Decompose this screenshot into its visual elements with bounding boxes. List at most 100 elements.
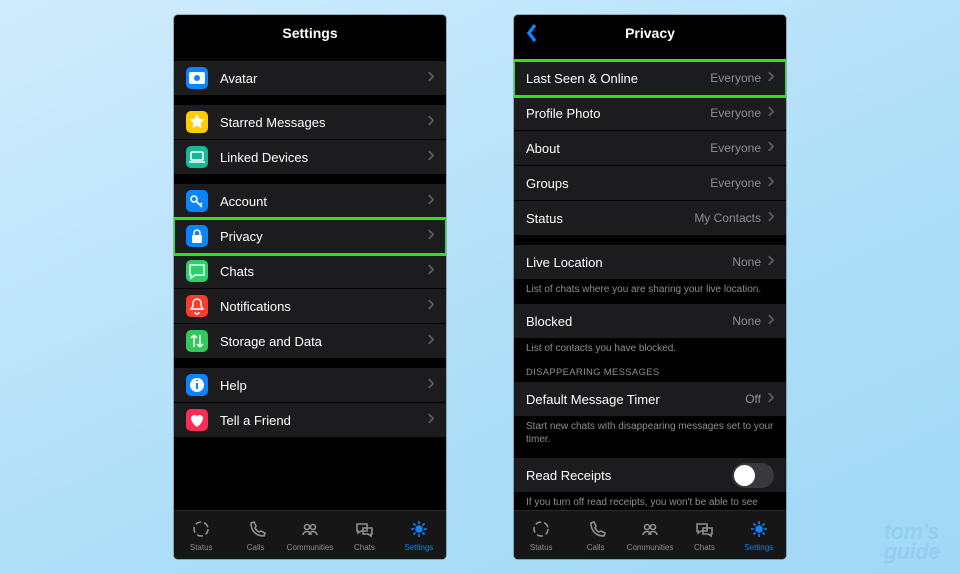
tab-calls[interactable]: Calls <box>228 511 282 559</box>
settings-row-account[interactable]: Account <box>174 184 446 219</box>
star-icon <box>186 111 208 133</box>
tab-calls[interactable]: Calls <box>568 511 622 559</box>
row-value: Off <box>745 392 761 406</box>
settings-row-privacy[interactable]: Privacy <box>174 219 446 254</box>
settings-row-help[interactable]: Help <box>174 368 446 403</box>
avatar-icon <box>186 67 208 89</box>
row-label: Live Location <box>526 255 732 270</box>
page-title: Settings <box>282 25 337 41</box>
privacy-screen: Privacy Last Seen & OnlineEveryoneProfil… <box>514 15 786 559</box>
header: Privacy <box>514 15 786 51</box>
settings-row-notifications[interactable]: Notifications <box>174 289 446 324</box>
settings-list[interactable]: Avatar Starred Messages Linked Devices Acco… <box>174 51 446 510</box>
settings-row-tell-a-friend[interactable]: Tell a Friend <box>174 403 446 437</box>
settings-row-starred-messages[interactable]: Starred Messages <box>174 105 446 140</box>
info-icon <box>186 374 208 396</box>
tab-label: Status <box>190 543 213 552</box>
row-label: Starred Messages <box>220 115 427 130</box>
tab-status[interactable]: Status <box>174 511 228 559</box>
tab-label: Settings <box>404 543 433 552</box>
phone-icon <box>586 519 606 541</box>
settings-row-chats[interactable]: Chats <box>174 254 446 289</box>
row-value: None <box>732 314 761 328</box>
row-label: Avatar <box>220 71 427 86</box>
phone-icon <box>246 519 266 541</box>
row-label: Groups <box>526 176 710 191</box>
tab-settings[interactable]: Settings <box>732 511 786 559</box>
row-label: Notifications <box>220 299 427 314</box>
bubble-icon <box>186 260 208 282</box>
heart-icon <box>186 409 208 431</box>
tab-communities[interactable]: Communities <box>283 511 337 559</box>
settings-row-avatar[interactable]: Avatar <box>174 61 446 95</box>
tab-label: Status <box>530 543 553 552</box>
privacy-row-groups[interactable]: GroupsEveryone <box>514 166 786 201</box>
ring-icon <box>531 519 551 541</box>
gear-icon <box>409 519 429 541</box>
row-label: Read Receipts <box>526 468 732 483</box>
row-label: Storage and Data <box>220 334 427 349</box>
header: Settings <box>174 15 446 51</box>
bubbles-icon <box>694 519 714 541</box>
tab-bar: Status Calls Communities Chats Settings <box>174 510 446 559</box>
row-value: My Contacts <box>694 211 761 225</box>
row-label: Status <box>526 211 694 226</box>
settings-row-linked-devices[interactable]: Linked Devices <box>174 140 446 174</box>
tab-label: Chats <box>694 543 715 552</box>
row-label: Profile Photo <box>526 106 710 121</box>
row-label: Chats <box>220 264 427 279</box>
laptop-icon <box>186 146 208 168</box>
privacy-row-status[interactable]: StatusMy Contacts <box>514 201 786 235</box>
row-label: Help <box>220 378 427 393</box>
people-icon <box>300 519 320 541</box>
tab-chats[interactable]: Chats <box>337 511 391 559</box>
privacy-row-last-seen-online[interactable]: Last Seen & OnlineEveryone <box>514 61 786 96</box>
privacy-row-live-location[interactable]: Live LocationNone <box>514 245 786 279</box>
read-receipts-toggle[interactable] <box>732 463 774 488</box>
tab-label: Calls <box>587 543 605 552</box>
privacy-row-read-receipts[interactable]: Read Receipts <box>514 458 786 492</box>
chevron-left-icon <box>526 23 538 43</box>
row-label: About <box>526 141 710 156</box>
section-hint: Start new chats with disappearing messag… <box>514 416 786 448</box>
tab-label: Chats <box>354 543 375 552</box>
row-label: Linked Devices <box>220 150 427 165</box>
key-icon <box>186 190 208 212</box>
tab-settings[interactable]: Settings <box>392 511 446 559</box>
section-hint: If you turn off read receipts, you won't… <box>514 492 786 510</box>
tab-label: Settings <box>744 543 773 552</box>
privacy-row-blocked[interactable]: BlockedNone <box>514 304 786 338</box>
row-label: Account <box>220 194 427 209</box>
row-label: Tell a Friend <box>220 413 427 428</box>
gear-icon <box>749 519 769 541</box>
tab-bar: Status Calls Communities Chats Settings <box>514 510 786 559</box>
arrows-icon <box>186 330 208 352</box>
tab-chats[interactable]: Chats <box>677 511 731 559</box>
row-value: Everyone <box>710 71 761 85</box>
settings-screen: Settings Avatar Starred Messages Linked De… <box>174 15 446 559</box>
tab-label: Communities <box>627 543 674 552</box>
tab-status[interactable]: Status <box>514 511 568 559</box>
section-header: DISAPPEARING MESSAGES <box>514 357 786 382</box>
privacy-row-default-message-timer[interactable]: Default Message TimerOff <box>514 382 786 416</box>
toms-guide-logo: tom's guide <box>884 522 940 562</box>
people-icon <box>640 519 660 541</box>
row-label: Privacy <box>220 229 427 244</box>
ring-icon <box>191 519 211 541</box>
tab-label: Communities <box>287 543 334 552</box>
privacy-row-about[interactable]: AboutEveryone <box>514 131 786 166</box>
page-title: Privacy <box>625 25 675 41</box>
back-button[interactable] <box>522 15 542 51</box>
bell-icon <box>186 295 208 317</box>
row-label: Default Message Timer <box>526 392 745 407</box>
lock-icon <box>186 225 208 247</box>
row-label: Last Seen & Online <box>526 71 710 86</box>
settings-row-storage-and-data[interactable]: Storage and Data <box>174 324 446 358</box>
tab-communities[interactable]: Communities <box>623 511 677 559</box>
row-value: Everyone <box>710 141 761 155</box>
privacy-list[interactable]: Last Seen & OnlineEveryoneProfile PhotoE… <box>514 51 786 510</box>
privacy-row-profile-photo[interactable]: Profile PhotoEveryone <box>514 96 786 131</box>
row-value: Everyone <box>710 106 761 120</box>
tab-label: Calls <box>247 543 265 552</box>
section-hint: List of chats where you are sharing your… <box>514 279 786 298</box>
